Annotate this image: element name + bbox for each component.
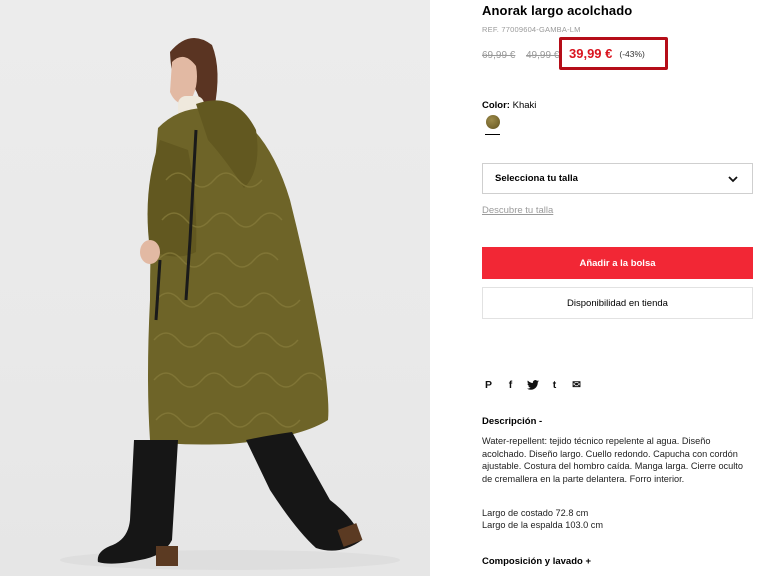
- current-price-highlight: 39,99 € (-43%): [559, 37, 668, 70]
- original-price: 69,99 €: [482, 50, 516, 61]
- product-image[interactable]: [0, 0, 430, 576]
- store-availability-button[interactable]: Disponibilidad en tienda: [482, 287, 753, 319]
- selected-swatch-indicator: [485, 134, 500, 135]
- size-selector-placeholder: Selecciona tu talla: [495, 173, 578, 184]
- facebook-icon[interactable]: f: [504, 378, 517, 391]
- composition-care-heading[interactable]: Composición y lavado +: [482, 556, 591, 567]
- previous-price: 49,99 €: [526, 50, 560, 61]
- description-heading[interactable]: Descripción -: [482, 416, 542, 427]
- model-illustration: [60, 37, 400, 570]
- current-price: 39,99 €: [569, 46, 613, 61]
- size-guide-link[interactable]: Descubre tu talla: [482, 205, 553, 216]
- tumblr-icon[interactable]: t: [548, 378, 561, 391]
- share-icons: P f t ✉: [482, 378, 583, 391]
- size-selector[interactable]: Selecciona tu talla: [482, 163, 753, 194]
- twitter-icon[interactable]: [526, 378, 539, 391]
- color-value: Khaki: [512, 100, 537, 111]
- email-icon[interactable]: ✉: [570, 378, 583, 391]
- product-title: Anorak largo acolchado: [482, 3, 633, 18]
- color-swatch-khaki[interactable]: [486, 115, 500, 129]
- description-text: Water-repellent: tejido técnico repelent…: [482, 436, 743, 484]
- measure-side-length: Largo de costado 72.8 cm: [482, 508, 589, 518]
- pinterest-icon[interactable]: P: [482, 378, 495, 391]
- twitter-bird-shape: [526, 379, 539, 390]
- product-reference: REF. 77009604-GAMBA-LM: [482, 25, 581, 34]
- add-to-bag-button[interactable]: Añadir a la bolsa: [482, 247, 753, 279]
- color-label: Color: Khaki: [482, 100, 536, 111]
- measure-back-length: Largo de la espalda 103.0 cm: [482, 520, 604, 530]
- chevron-down-icon: [728, 175, 738, 182]
- color-label-key: Color:: [482, 100, 510, 111]
- discount-percentage: (-43%): [619, 48, 645, 59]
